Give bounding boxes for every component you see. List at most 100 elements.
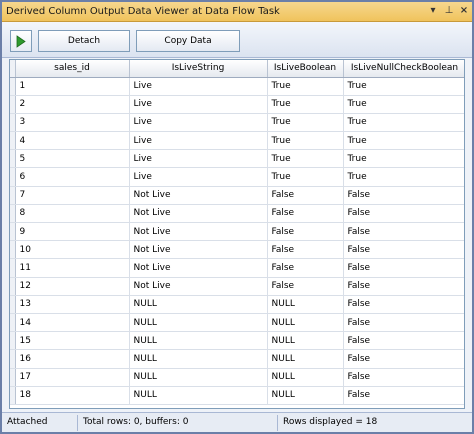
table-cell[interactable]: 2 xyxy=(15,95,130,114)
table-cell[interactable]: False xyxy=(343,295,464,314)
table-cell[interactable]: Not Live xyxy=(129,204,268,224)
table-cell[interactable]: True xyxy=(267,131,344,151)
table-cell[interactable]: True xyxy=(343,167,464,187)
table-cell[interactable]: False xyxy=(343,222,464,242)
table-cell[interactable]: Not Live xyxy=(129,258,268,278)
table-row[interactable]: 18 NULL NULL False xyxy=(10,386,464,405)
table-cell[interactable]: NULL xyxy=(267,349,344,369)
column-header[interactable]: sales_id xyxy=(15,60,130,78)
table-cell[interactable]: False xyxy=(343,349,464,369)
table-cell[interactable]: True xyxy=(343,113,464,133)
table-cell[interactable]: NULL xyxy=(267,313,344,333)
continue-button[interactable] xyxy=(10,30,32,52)
table-cell[interactable]: NULL xyxy=(267,386,344,405)
table-cell[interactable]: 13 xyxy=(15,295,130,314)
table-cell[interactable]: True xyxy=(343,95,464,114)
table-cell[interactable]: False xyxy=(343,386,464,405)
table-cell[interactable]: 9 xyxy=(15,222,130,242)
table-cell[interactable]: False xyxy=(267,240,344,260)
table-cell[interactable]: False xyxy=(267,204,344,224)
table-cell[interactable]: NULL xyxy=(267,331,344,351)
table-cell[interactable]: NULL xyxy=(267,368,344,387)
table-cell[interactable]: Not Live xyxy=(129,186,268,205)
table-cell[interactable]: Live xyxy=(129,131,268,151)
table-cell[interactable]: 8 xyxy=(15,204,130,224)
table-row[interactable]: 4 Live True True xyxy=(10,131,464,151)
table-cell[interactable]: 18 xyxy=(15,386,130,405)
table-cell[interactable]: 7 xyxy=(15,186,130,205)
table-cell[interactable]: True xyxy=(267,113,344,133)
table-cell[interactable]: 1 xyxy=(15,77,130,96)
table-cell[interactable]: False xyxy=(343,313,464,333)
table-cell[interactable]: Not Live xyxy=(129,240,268,260)
table-cell[interactable]: False xyxy=(267,222,344,242)
table-cell[interactable]: Live xyxy=(129,95,268,114)
table-cell[interactable]: True xyxy=(267,95,344,114)
table-cell[interactable]: True xyxy=(267,149,344,169)
detach-button[interactable]: Detach xyxy=(38,30,130,52)
table-cell[interactable]: Live xyxy=(129,113,268,133)
table-cell[interactable]: Not Live xyxy=(129,222,268,242)
table-cell[interactable]: True xyxy=(343,149,464,169)
table-row[interactable]: 2 Live True True xyxy=(10,95,464,114)
table-cell[interactable]: False xyxy=(267,258,344,278)
table-cell[interactable]: True xyxy=(343,131,464,151)
table-row[interactable]: 3 Live True True xyxy=(10,113,464,133)
table-row[interactable]: 10 Not Live False False xyxy=(10,240,464,260)
table-cell[interactable]: False xyxy=(343,277,464,296)
table-row[interactable]: 14 NULL NULL False xyxy=(10,313,464,333)
table-cell[interactable]: False xyxy=(343,368,464,387)
table-row[interactable]: 15 NULL NULL False xyxy=(10,331,464,351)
data-grid[interactable]: sales_id IsLiveString IsLiveBoolean IsLi… xyxy=(9,59,465,409)
table-cell[interactable]: 5 xyxy=(15,149,130,169)
column-header[interactable]: IsLiveBoolean xyxy=(267,60,344,78)
table-row[interactable]: 1 Live True True xyxy=(10,77,464,96)
table-row[interactable]: 17 NULL NULL False xyxy=(10,368,464,387)
column-header[interactable]: IsLiveNullCheckBoolean xyxy=(343,60,464,78)
table-cell[interactable]: 10 xyxy=(15,240,130,260)
table-cell[interactable]: NULL xyxy=(129,368,268,387)
table-cell[interactable]: 16 xyxy=(15,349,130,369)
table-cell[interactable]: False xyxy=(343,240,464,260)
table-row[interactable]: 5 Live True True xyxy=(10,149,464,169)
table-cell[interactable]: 11 xyxy=(15,258,130,278)
table-cell[interactable]: 6 xyxy=(15,167,130,187)
table-row[interactable]: 11 Not Live False False xyxy=(10,258,464,278)
table-cell[interactable]: True xyxy=(343,77,464,96)
table-cell[interactable]: 3 xyxy=(15,113,130,133)
table-cell[interactable]: Live xyxy=(129,167,268,187)
table-cell[interactable]: 4 xyxy=(15,131,130,151)
close-icon[interactable]: × xyxy=(457,4,471,18)
table-cell[interactable]: 17 xyxy=(15,368,130,387)
copy-data-button[interactable]: Copy Data xyxy=(136,30,240,52)
table-row[interactable]: 9 Not Live False False xyxy=(10,222,464,242)
table-cell[interactable]: True xyxy=(267,167,344,187)
table-cell[interactable]: False xyxy=(343,258,464,278)
table-row[interactable]: 6 Live True True xyxy=(10,167,464,187)
table-row[interactable]: 7 Not Live False False xyxy=(10,186,464,205)
table-cell[interactable]: 15 xyxy=(15,331,130,351)
table-cell[interactable]: False xyxy=(343,331,464,351)
table-row[interactable]: 16 NULL NULL False xyxy=(10,349,464,369)
table-cell[interactable]: NULL xyxy=(129,295,268,314)
table-cell[interactable]: False xyxy=(267,277,344,296)
window-position-icon[interactable]: ▾ xyxy=(426,4,440,18)
table-cell[interactable]: Not Live xyxy=(129,277,268,296)
table-cell[interactable]: Live xyxy=(129,77,268,96)
table-cell[interactable]: False xyxy=(267,186,344,205)
table-cell[interactable]: True xyxy=(267,77,344,96)
table-cell[interactable]: NULL xyxy=(129,386,268,405)
table-cell[interactable]: Live xyxy=(129,149,268,169)
table-cell[interactable]: False xyxy=(343,186,464,205)
column-header[interactable]: IsLiveString xyxy=(129,60,268,78)
auto-hide-pin-icon[interactable]: ⊥ xyxy=(442,4,456,18)
table-cell[interactable]: NULL xyxy=(267,295,344,314)
table-cell[interactable]: False xyxy=(343,204,464,224)
table-cell[interactable]: 12 xyxy=(15,277,130,296)
table-cell[interactable]: 14 xyxy=(15,313,130,333)
table-cell[interactable]: NULL xyxy=(129,313,268,333)
table-cell[interactable]: NULL xyxy=(129,331,268,351)
table-cell[interactable]: NULL xyxy=(129,349,268,369)
table-row[interactable]: 8 Not Live False False xyxy=(10,204,464,224)
table-row[interactable]: 13 NULL NULL False xyxy=(10,295,464,314)
